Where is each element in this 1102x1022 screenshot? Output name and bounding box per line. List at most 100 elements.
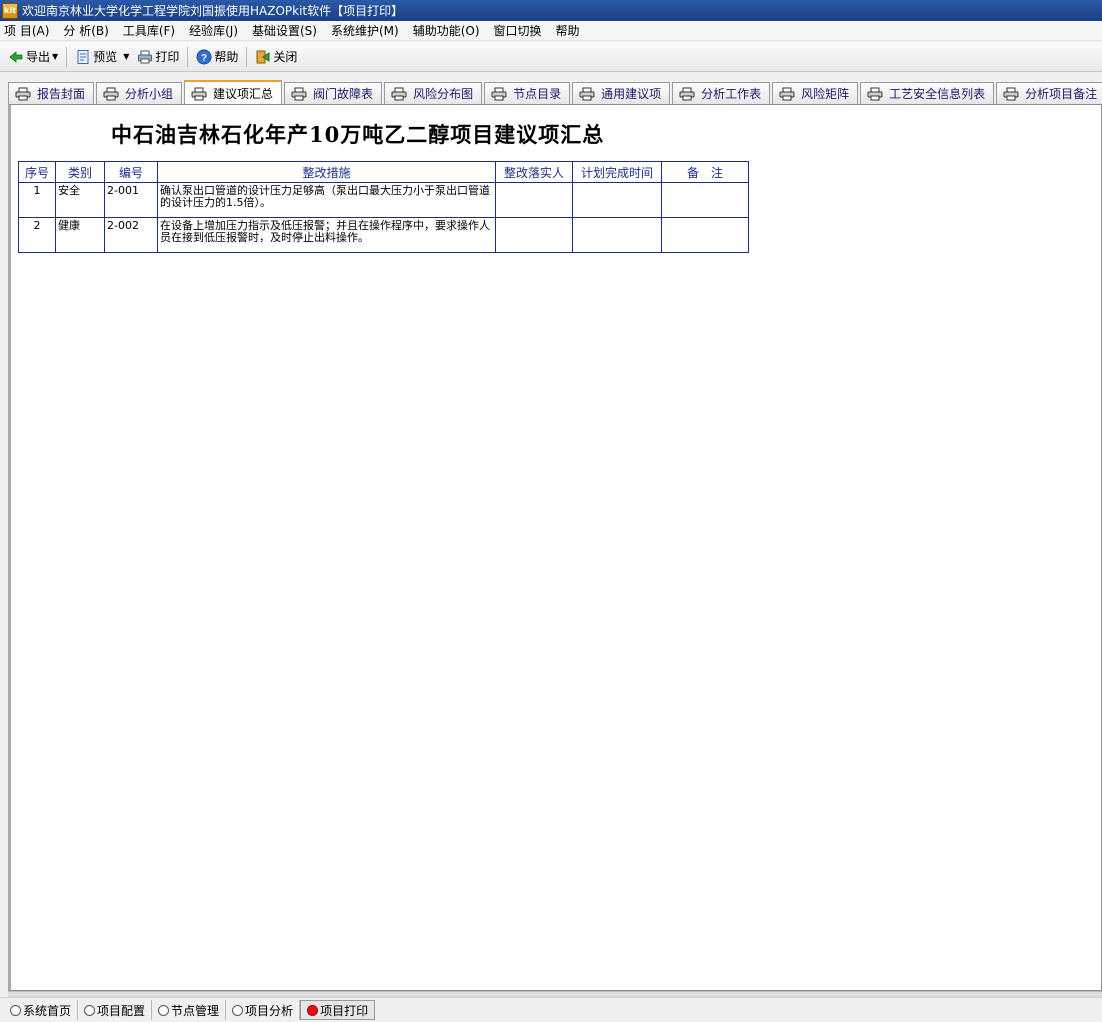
radio-icon <box>10 1004 21 1016</box>
tab-label: 风险分布图 <box>413 87 474 101</box>
cell-measure: 确认泵出口管道的设计压力足够高（泵出口最大压力小于泵出口管道的设计压力的1.5倍… <box>157 182 496 218</box>
printer-icon <box>1003 87 1019 100</box>
help-button[interactable]: ? 帮助 <box>192 46 242 68</box>
close-exit-icon <box>255 49 271 65</box>
window-title: 欢迎南京林业大学化学工程学院刘国振使用HAZOPkit软件【项目打印】 <box>22 4 404 18</box>
tab-recommendation-summary[interactable]: 建议项汇总 <box>184 80 283 105</box>
tab-label: 分析项目备注 <box>1025 87 1098 101</box>
menu-window-switch[interactable]: 窗口切换 <box>494 22 542 39</box>
nav-project-config[interactable]: 项目配置 <box>78 1000 153 1020</box>
export-arrow-icon <box>8 49 24 65</box>
radio-selected-icon <box>307 1004 319 1016</box>
nav-label: 节点管理 <box>171 1003 220 1018</box>
nav-project-print[interactable]: 项目打印 <box>300 1000 376 1020</box>
toolbar-separator <box>187 46 189 67</box>
nav-label: 项目分析 <box>245 1003 294 1018</box>
tab-label: 工艺安全信息列表 <box>889 87 986 101</box>
tab-analysis-worksheet[interactable]: 分析工作表 <box>672 82 771 104</box>
preview-button[interactable]: 预览 ▼ <box>71 46 133 68</box>
cell-remark <box>661 182 749 218</box>
menu-basic-settings[interactable]: 基础设置(S) <box>252 22 317 39</box>
preview-document-icon <box>75 49 91 65</box>
print-label: 打印 <box>155 50 180 64</box>
preview-label: 预览 <box>93 50 118 64</box>
nav-project-analysis[interactable]: 项目分析 <box>226 1000 301 1020</box>
table-row: 2 健康 2-002 在设备上增加压力指示及低压报警；并且在操作程序中，要求操作… <box>18 217 749 253</box>
col-measure: 整改措施 <box>157 161 496 183</box>
table-row: 1 安全 2-001 确认泵出口管道的设计压力足够高（泵出口最大压力小于泵出口管… <box>18 182 749 218</box>
col-category: 类别 <box>55 161 105 183</box>
menu-help[interactable]: 帮助 <box>556 22 580 39</box>
print-button[interactable]: 打印 <box>133 46 183 68</box>
col-seq: 序号 <box>18 161 56 183</box>
help-label: 帮助 <box>214 50 239 64</box>
tab-label: 通用建议项 <box>601 87 662 101</box>
menu-experience-library[interactable]: 经验库(J) <box>189 22 238 39</box>
tab-general-recommendations[interactable]: 通用建议项 <box>572 82 671 104</box>
printer-icon <box>15 87 31 100</box>
printer-icon <box>491 87 507 100</box>
col-remark: 备 注 <box>661 161 749 183</box>
tab-label: 建议项汇总 <box>213 87 274 101</box>
cell-category: 安全 <box>55 182 105 218</box>
app-logo-icon: kit <box>2 2 18 19</box>
radio-icon <box>232 1004 244 1016</box>
tab-valve-failure[interactable]: 阀门故障表 <box>284 82 383 104</box>
close-label: 关闭 <box>273 50 298 64</box>
cell-code: 2-001 <box>104 182 158 218</box>
nav-node-management[interactable]: 节点管理 <box>152 1000 227 1020</box>
radio-icon <box>158 1004 170 1016</box>
printer-icon <box>779 87 795 100</box>
col-owner: 整改落实人 <box>495 161 573 183</box>
tab-node-directory[interactable]: 节点目录 <box>484 82 571 104</box>
col-due: 计划完成时间 <box>572 161 662 183</box>
menu-analysis[interactable]: 分 析(B) <box>63 22 108 39</box>
printer-icon <box>679 87 695 100</box>
printer-icon <box>579 87 595 100</box>
tab-report-cover[interactable]: 报告封面 <box>8 82 95 104</box>
nav-system-home[interactable]: 系统首页 <box>4 1000 79 1020</box>
menu-system-maintenance[interactable]: 系统维护(M) <box>331 22 399 39</box>
app-window: kit 欢迎南京林业大学化学工程学院刘国振使用HAZOPkit软件【项目打印】 … <box>0 0 1102 1022</box>
export-button[interactable]: 导出 ▼ <box>4 46 62 68</box>
report-tabs: 报告封面 分析小组 建议项汇总 阀门故障表 风险分布图 节点目录 通用建议项 分… <box>0 78 1102 105</box>
report-title: 中石油吉林石化年产10万吨乙二醇项目建议项汇总 <box>111 122 605 147</box>
tab-analysis-team[interactable]: 分析小组 <box>96 82 183 104</box>
chevron-down-icon[interactable]: ▼ <box>52 52 58 61</box>
tab-process-safety-info[interactable]: 工艺安全信息列表 <box>860 82 995 104</box>
tab-project-notes[interactable]: 分析项目备注 <box>996 82 1102 104</box>
menu-tool-library[interactable]: 工具库(F) <box>123 22 175 39</box>
nav-label: 项目打印 <box>320 1003 369 1018</box>
close-button[interactable]: 关闭 <box>251 46 301 68</box>
toolbar-separator <box>66 46 68 67</box>
menu-project[interactable]: 项 目(A) <box>4 22 49 39</box>
tab-label: 报告封面 <box>37 87 86 101</box>
report-panel[interactable]: 中石油吉林石化年产10万吨乙二醇项目建议项汇总 序号 类别 编号 整改措施 整改… <box>8 104 1102 991</box>
chevron-down-icon[interactable]: ▼ <box>123 52 129 61</box>
menu-auxiliary[interactable]: 辅助功能(O) <box>413 22 480 39</box>
toolbar: 导出 ▼ 预览 ▼ 打印 ? 帮助 关闭 <box>0 42 1102 72</box>
cell-due <box>572 182 662 218</box>
cell-due <box>572 217 662 253</box>
radio-icon <box>84 1004 96 1016</box>
cell-seq: 1 <box>18 182 56 218</box>
tab-risk-matrix[interactable]: 风险矩阵 <box>772 82 859 104</box>
nav-label: 项目配置 <box>97 1003 146 1018</box>
tab-label: 阀门故障表 <box>313 87 374 101</box>
cell-seq: 2 <box>18 217 56 253</box>
cell-remark <box>661 217 749 253</box>
cell-owner <box>495 217 573 253</box>
cell-measure: 在设备上增加压力指示及低压报警；并且在操作程序中，要求操作人员在接到低压报警时，… <box>157 217 496 253</box>
tab-risk-distribution[interactable]: 风险分布图 <box>384 82 483 104</box>
help-question-icon: ? <box>196 49 212 65</box>
title-bar[interactable]: kit 欢迎南京林业大学化学工程学院刘国振使用HAZOPkit软件【项目打印】 <box>0 0 1102 21</box>
tab-label: 节点目录 <box>513 87 562 101</box>
printer-icon <box>291 87 307 100</box>
recommendation-table: 序号 类别 编号 整改措施 整改落实人 计划完成时间 备 注 1 安全 2-00… <box>18 161 749 253</box>
cell-owner <box>495 182 573 218</box>
tab-label: 风险矩阵 <box>801 87 850 101</box>
nav-label: 系统首页 <box>23 1003 72 1018</box>
bottom-nav-bar: 系统首页 项目配置 节点管理 项目分析 项目打印 <box>0 997 1102 1022</box>
printer-icon <box>103 87 119 100</box>
cell-code: 2-002 <box>104 217 158 253</box>
